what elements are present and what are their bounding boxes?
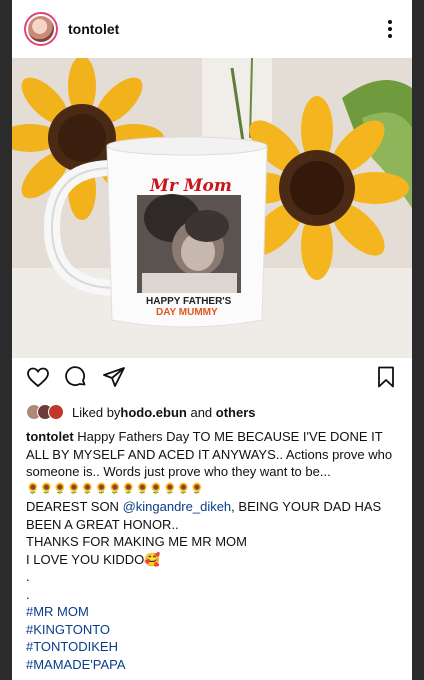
caption-thanks: THANKS FOR MAKING ME MR MOM (26, 534, 247, 549)
caption-love: I LOVE YOU KIDDO🥰 (26, 551, 161, 567)
likes-others[interactable]: others (216, 405, 256, 420)
more-icon[interactable] (380, 17, 400, 41)
avatar[interactable] (24, 12, 58, 46)
post-image[interactable]: Mr Mom HAPPY FATHER'S DAY MUMMY (12, 58, 412, 358)
caption-first: tontolet Happy Fathers Day TO ME BECAUSE… (26, 428, 398, 481)
hashtag-link[interactable]: #KINGTONTO (26, 621, 398, 639)
likes-row: Liked by hodo.ebun and others (12, 400, 412, 424)
share-icon[interactable] (102, 365, 126, 394)
hashtag-link[interactable]: #MR MOM (26, 603, 398, 621)
bookmark-icon[interactable] (374, 365, 398, 394)
heart-icon[interactable] (26, 365, 50, 394)
action-bar (12, 358, 412, 400)
post-card: tontolet Mr Mom HAPPY FATHER'S DAY MUMMY… (12, 0, 412, 680)
comment-icon[interactable] (64, 365, 88, 394)
mug-text-line1: HAPPY FATHER'S (146, 296, 232, 307)
hashtag-link[interactable]: #MAMADE'PAPA (26, 656, 398, 674)
caption-dear: DEAREST SON @kingandre_dikeh, BEING YOUR… (26, 499, 382, 532)
caption-username[interactable]: tontolet (26, 429, 74, 444)
post-header: tontolet (12, 0, 412, 58)
caption-dot: . (26, 586, 30, 602)
mug-text-line2: DAY MUMMY (156, 307, 218, 318)
post-caption: tontolet Happy Fathers Day TO ME BECAUSE… (12, 424, 412, 673)
likes-prefix: Liked by (72, 404, 121, 420)
hashtag-link[interactable]: #TONTODIKEH (26, 638, 398, 656)
likes-middle: and (186, 404, 216, 420)
post-username[interactable]: tontolet (68, 21, 119, 37)
mention-link[interactable]: @kingandre_dikeh (123, 499, 232, 514)
mug-title: Mr Mom (150, 176, 232, 196)
sunflower-emojis: 🌻🌻🌻🌻🌻🌻🌻🌻🌻🌻🌻🌻🌻 (26, 482, 205, 495)
caption-dot: . (26, 569, 30, 584)
liker-avatars[interactable] (26, 404, 64, 420)
caption-line1: Happy Fathers Day TO ME BECAUSE I'VE DON… (26, 429, 393, 479)
likes-user[interactable]: hodo.ebun (120, 405, 186, 420)
